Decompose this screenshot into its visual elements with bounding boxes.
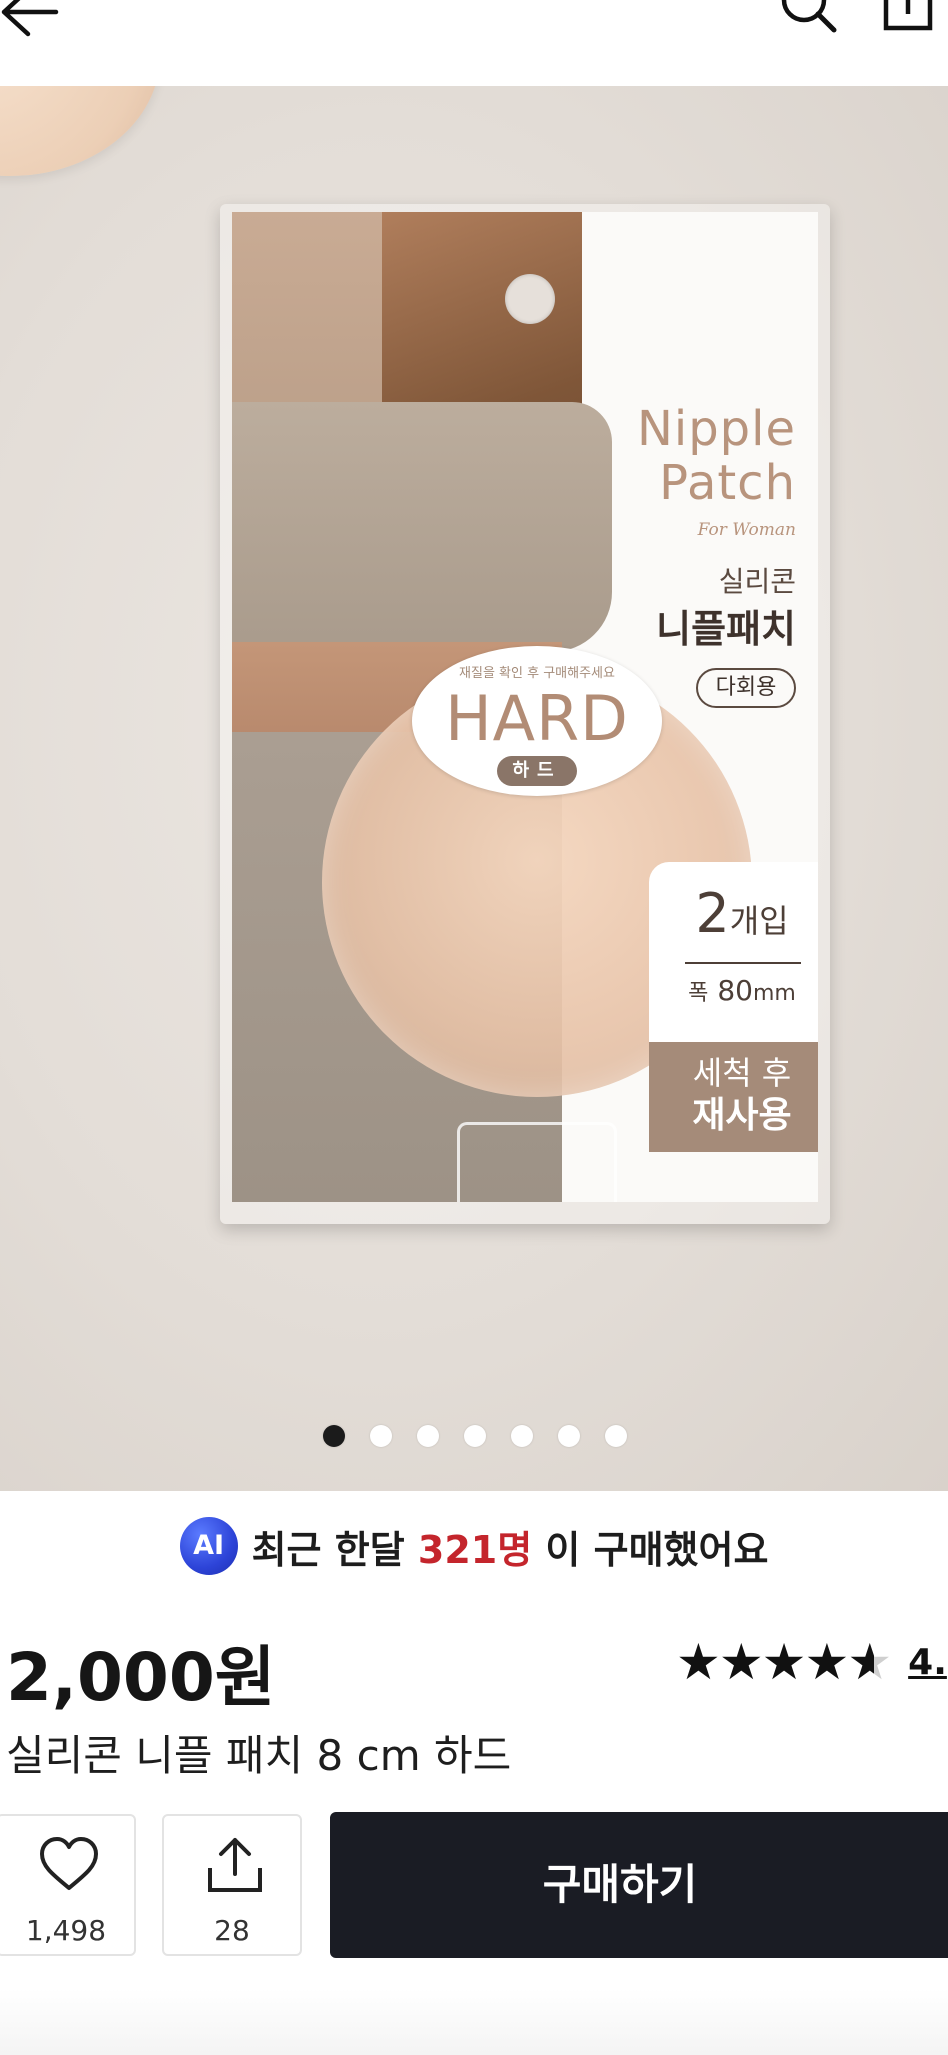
ai-notice-suffix: 이 구매했어요 — [532, 1527, 769, 1572]
package-brand-title: Nipple Patch — [636, 401, 796, 511]
package-width: 폭 80mm — [649, 974, 818, 1007]
product-rating[interactable]: ★★★★★ 4. — [676, 1634, 947, 1690]
package-count-number: 2 — [695, 882, 730, 945]
reuse-line-1: 세척 후 — [692, 1054, 792, 1092]
product-price: 2,000원 — [6, 1639, 276, 1716]
package-count-box: 2개입 폭 80mm 세척 후 재사용 — [649, 862, 818, 1152]
package-ko-title: 니플패치 — [656, 607, 796, 651]
top-actions — [776, 0, 948, 36]
hard-badge-ko: 하드 — [497, 756, 577, 786]
package-count: 2개입 — [649, 882, 818, 945]
package-card: Nipple Patch For Woman 실리콘 니플패치 다회용 재질을 … — [232, 212, 818, 1202]
share-button[interactable] — [872, 0, 942, 36]
reuse-line-2: 재사용 — [692, 1095, 792, 1136]
bottom-action-bar: 1,498 28 구매하기 — [0, 1790, 948, 2055]
hanging-hole — [505, 274, 555, 324]
ai-notice-count: 321명 — [417, 1527, 533, 1572]
gallery-dot-1[interactable] — [322, 1425, 345, 1447]
gallery-pagination — [0, 1425, 948, 1455]
back-button[interactable] — [0, 0, 64, 42]
ai-purchase-notice: AI 최근 한달 321명 이 구매했어요 — [0, 1517, 948, 1577]
product-title: 실리콘 니플 패치 8 cm 하드 — [6, 1731, 512, 1780]
arrow-left-icon — [1, 0, 59, 37]
like-button[interactable]: 1,498 — [0, 1814, 136, 1956]
gallery-dot-2[interactable] — [369, 1425, 392, 1447]
like-count: 1,498 — [25, 1914, 107, 1947]
model-top — [232, 402, 612, 652]
width-unit: mm — [752, 981, 796, 1006]
gallery-dot-4[interactable] — [463, 1425, 486, 1447]
star-half-icon: ★ — [847, 1633, 893, 1691]
gallery-dot-7[interactable] — [604, 1425, 627, 1447]
width-label: 폭 — [688, 981, 709, 1006]
share-upload-icon — [208, 1838, 262, 1892]
search-button[interactable] — [776, 0, 846, 36]
buy-button[interactable]: 구매하기 — [330, 1812, 948, 1958]
gallery-dot-3[interactable] — [416, 1425, 439, 1447]
heart-icon — [40, 1837, 98, 1890]
product-image-gallery[interactable]: Nipple Patch For Woman 실리콘 니플패치 다회용 재질을 … — [0, 86, 948, 1491]
hard-badge-note: 재질을 확인 후 구매해주세요 — [459, 666, 615, 681]
package-reuse-label: 세척 후 재사용 — [649, 1042, 818, 1152]
top-navigation-bar — [0, 0, 948, 86]
hard-badge: 재질을 확인 후 구매해주세요 HARD 하드 — [412, 646, 662, 796]
star-icon: ★ — [718, 1633, 764, 1691]
star-icon: ★ — [676, 1633, 721, 1691]
hard-badge-title: HARD — [445, 682, 629, 755]
star-icon: ★ — [804, 1633, 850, 1691]
share-product-button[interactable]: 28 — [162, 1814, 302, 1956]
ai-notice-text: 최근 한달 321명 이 구매했어요 — [252, 1519, 769, 1574]
package-hook — [457, 1122, 617, 1202]
package-count-unit: 개입 — [729, 902, 789, 940]
package-for-text: For Woman — [697, 520, 796, 540]
package-multi-use-tag: 다회용 — [696, 668, 796, 708]
width-value: 80 — [717, 974, 753, 1007]
star-icon: ★ — [761, 1633, 807, 1691]
share-count: 28 — [214, 1914, 250, 1947]
gallery-dot-5[interactable] — [510, 1425, 533, 1447]
share-box-icon — [883, 0, 933, 31]
product-silicone-disc — [0, 86, 160, 176]
ai-notice-prefix: 최근 한달 — [251, 1527, 418, 1572]
search-icon — [781, 0, 837, 33]
width-arrow — [685, 962, 801, 964]
gallery-dot-6[interactable] — [557, 1425, 580, 1447]
package-ko-small: 실리콘 — [718, 565, 796, 598]
product-package-image: Nipple Patch For Woman 실리콘 니플패치 다회용 재질을 … — [220, 204, 830, 1224]
ai-badge-icon: AI — [179, 1517, 238, 1575]
rating-value[interactable]: 4. — [908, 1642, 947, 1683]
